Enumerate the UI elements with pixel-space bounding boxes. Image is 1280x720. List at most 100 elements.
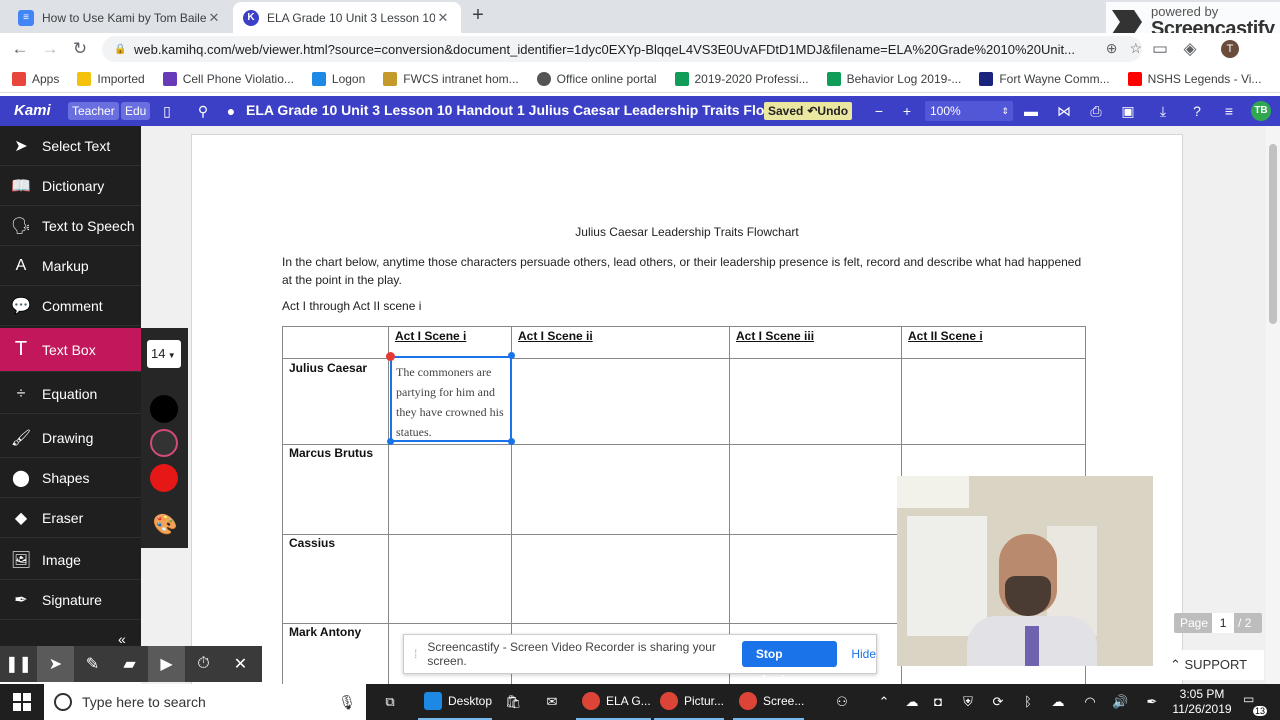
help-icon[interactable]: ? (1188, 102, 1206, 120)
back-arrow-icon[interactable]: ← (10, 39, 30, 59)
onedrive-icon[interactable]: ☁ (904, 694, 920, 710)
taskbar-clock[interactable]: 3:05 PM 11/26/2019 (1172, 687, 1232, 717)
undo-button[interactable]: ↶Undo (807, 102, 848, 120)
tool-drawing[interactable]: 🖌 Drawing (0, 418, 141, 458)
tool-text-to-speech[interactable]: 🗣 Text to Speech (0, 206, 141, 246)
table-cell[interactable] (729, 358, 902, 445)
download-icon[interactable]: ⤓ (1154, 102, 1172, 120)
bookmark-fort-wayne[interactable]: Fort Wayne Comm... (979, 71, 1110, 86)
microphone-icon[interactable]: 🎙 (338, 694, 356, 711)
taskbar-chrome-pictures[interactable]: Pictur... (654, 684, 725, 720)
pen-icon[interactable]: ✎ (74, 646, 111, 682)
tool-comment[interactable]: 💬 Comment (0, 286, 141, 326)
tool-equation[interactable]: ÷ Equation (0, 374, 141, 414)
tool-select-text[interactable]: ➤ Select Text (0, 126, 141, 166)
windows-start-icon[interactable] (0, 684, 44, 720)
close-icon[interactable]: ✕ (222, 646, 259, 682)
pen-icon[interactable]: ✒ (1144, 694, 1160, 710)
table-cell[interactable] (388, 534, 512, 624)
taskbar-chrome-screencastify[interactable]: Scree... (733, 684, 805, 720)
cloud-icon[interactable]: ☁ (1050, 694, 1066, 710)
camera-icon[interactable]: ▶ (148, 646, 185, 682)
stop-sharing-button[interactable]: Stop sharing (741, 641, 838, 687)
color-red-swatch[interactable] (150, 464, 178, 492)
tab-how-to-use-kami[interactable]: ≡ How to Use Kami by Tom Bailey ✕ (8, 2, 232, 33)
color-black-swatch[interactable] (150, 395, 178, 423)
table-cell[interactable] (388, 444, 512, 535)
bookmark-apps[interactable]: Apps (12, 71, 59, 86)
cursor-icon[interactable]: ➤ (37, 646, 74, 682)
chevron-up-icon[interactable]: ⌃ (876, 694, 892, 710)
bookmark-fwcs[interactable]: FWCS intranet hom... (383, 71, 519, 86)
menu-icon[interactable]: ≡ (1220, 102, 1238, 120)
table-cell[interactable] (511, 358, 730, 445)
tool-shapes[interactable]: ⬤ Shapes (0, 458, 141, 498)
zoom-in-icon[interactable]: + (898, 102, 916, 120)
support-button[interactable]: ⌃ SUPPORT (1156, 650, 1264, 680)
address-bar[interactable]: 🔒 web.kamihq.com/web/viewer.html?source=… (102, 36, 1142, 62)
hide-button[interactable]: Hide (851, 647, 876, 661)
notification-center-icon[interactable]: ▭ 13 (1243, 692, 1267, 716)
sync-icon[interactable]: ⟳ (990, 694, 1006, 710)
bluetooth-icon[interactable]: ᛒ (1020, 694, 1036, 710)
bookmark-logon[interactable]: Logon (311, 71, 365, 86)
bookmark-nshs[interactable]: NSHS Legends - Vi... (1127, 71, 1261, 86)
taskbar-desktop[interactable]: Desktop (418, 684, 493, 720)
table-cell[interactable] (511, 534, 730, 624)
volume-icon[interactable]: 🔊 (1112, 694, 1128, 710)
tab-ela-grade-10[interactable]: K ELA Grade 10 Unit 3 Lesson 10 H ✕ (233, 2, 461, 33)
star-icon[interactable]: ☆ (1129, 40, 1142, 57)
add-icon[interactable]: ⊕ (1106, 40, 1118, 57)
user-avatar[interactable]: TB (1251, 101, 1271, 121)
bookmark-office[interactable]: Office online portal (536, 71, 657, 86)
defender-icon[interactable]: ◘ (930, 694, 946, 710)
tool-markup[interactable]: A Markup (0, 246, 141, 286)
resize-handle[interactable] (508, 352, 515, 359)
tool-image[interactable]: 🖼 Image (0, 540, 141, 580)
delete-handle-icon[interactable] (386, 352, 395, 361)
bookmark-professional[interactable]: 2019-2020 Professi... (674, 71, 809, 86)
profile-avatar[interactable]: T (1221, 40, 1239, 58)
folder-icon[interactable]: ▬ (1022, 102, 1040, 120)
table-cell[interactable] (729, 444, 902, 535)
new-tab-button[interactable]: + (468, 5, 488, 26)
resize-handle[interactable] (387, 438, 394, 445)
save-status[interactable]: Saved ↶Undo (764, 102, 853, 120)
highlighter-icon[interactable]: ▰ (111, 646, 148, 682)
table-cell[interactable] (511, 444, 730, 535)
font-size-select[interactable]: 14 ▼ (147, 340, 181, 368)
reload-icon[interactable]: ↻ (70, 39, 90, 59)
task-view-icon[interactable]: ⧉ (382, 694, 398, 710)
bookmark-behavior-log[interactable]: Behavior Log 2019-... (826, 71, 961, 86)
share-icon[interactable]: ⋈ (1055, 102, 1073, 120)
security-icon[interactable]: ⛨ (960, 694, 976, 710)
tool-dictionary[interactable]: 📖 Dictionary (0, 166, 141, 206)
wifi-icon[interactable]: ◠ (1082, 694, 1098, 710)
table-cell[interactable] (729, 534, 902, 624)
collapse-sidebar-icon[interactable]: « (118, 631, 126, 647)
page-number-input[interactable]: 1 (1212, 613, 1235, 633)
tool-eraser[interactable]: ◆ Eraser (0, 498, 141, 538)
tool-text-box[interactable]: T Text Box (0, 328, 141, 372)
sidebar-toggle-icon[interactable]: ▯ (158, 102, 176, 120)
close-icon[interactable]: ✕ (435, 10, 451, 26)
close-icon[interactable]: ✕ (206, 10, 222, 26)
print-icon[interactable]: ⎙ (1087, 102, 1105, 120)
pause-icon[interactable]: ❚❚ (0, 646, 37, 682)
taskbar-chrome-ela[interactable]: ELA G... (576, 684, 651, 720)
bookmark-cell-phone[interactable]: Cell Phone Violatio... (162, 71, 294, 86)
color-gray-swatch[interactable] (150, 429, 178, 457)
people-icon[interactable]: ⚇ (834, 694, 850, 710)
palette-icon[interactable]: 🎨 (152, 512, 178, 538)
bookmark-imported[interactable]: Imported (77, 71, 145, 86)
outlook-icon[interactable]: ✉ (544, 694, 560, 710)
drag-handle-icon[interactable]: ⁞ (414, 647, 417, 661)
save-icon[interactable]: ▣ (1119, 102, 1137, 120)
cast-icon[interactable]: ▭ (1150, 39, 1170, 59)
taskbar-search-input[interactable]: Type here to search 🎙 (44, 684, 366, 720)
zoom-out-icon[interactable]: − (870, 102, 888, 120)
tool-signature[interactable]: ✒ Signature (0, 580, 141, 620)
zoom-select[interactable]: 100% ⇕ (925, 101, 1013, 121)
store-icon[interactable]: 🛍 (505, 694, 522, 710)
timer-icon[interactable]: ⏱ (185, 646, 222, 682)
